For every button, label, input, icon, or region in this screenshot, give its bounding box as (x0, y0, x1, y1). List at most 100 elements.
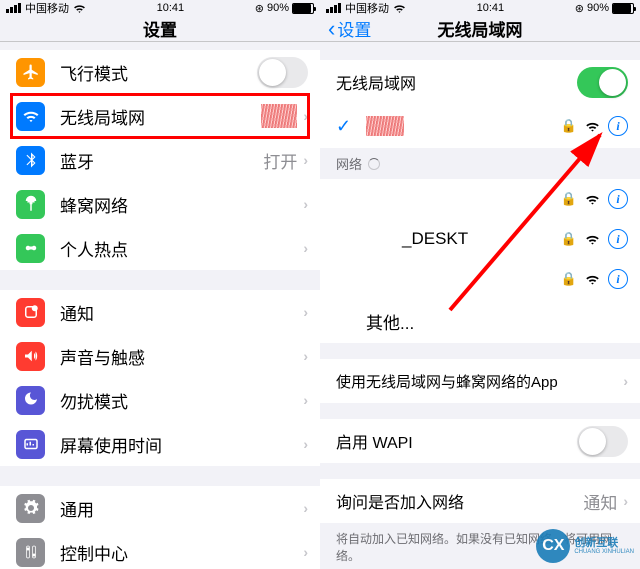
row-label: 蓝牙 (60, 148, 263, 173)
lock-icon: 🔒 (561, 271, 577, 287)
wifi-strength-icon (585, 119, 600, 134)
network-label: _DESKT (402, 229, 468, 249)
info-button[interactable]: i (608, 116, 628, 136)
watermark-text-cn: 创新互联 (574, 538, 634, 549)
back-label: 设置 (337, 16, 371, 41)
alarm-icon: ⊛ (255, 2, 264, 15)
alarm-icon: ⊛ (575, 2, 584, 15)
checkmark-icon: ✓ (336, 116, 356, 137)
sound-icon (16, 342, 45, 371)
row-sound[interactable]: 声音与触感 › (0, 334, 320, 378)
page-title: 设置 (143, 16, 177, 41)
chevron-right-icon: › (303, 348, 308, 364)
wifi-icon (393, 2, 406, 15)
cellular-icon (16, 190, 45, 219)
row-label: 启用 WAPI (336, 429, 577, 453)
network-name-redacted (366, 116, 404, 136)
bluetooth-status: 打开 (263, 148, 297, 173)
watermark-logo: CX (536, 529, 570, 563)
chevron-right-icon: › (303, 500, 308, 516)
control-center-icon (16, 538, 45, 567)
battery-pct: 90% (587, 2, 609, 14)
info-button[interactable]: i (608, 229, 628, 249)
nav-header: ‹ 设置 无线局域网 (320, 16, 640, 42)
chevron-right-icon: › (303, 196, 308, 212)
row-wifi[interactable]: 无线局域网 › (0, 94, 320, 138)
row-label: 声音与触感 (60, 344, 303, 369)
row-control-center[interactable]: 控制中心 › (0, 530, 320, 569)
status-bar: 中国移动 10:41 ⊛ 90% (0, 0, 320, 16)
row-network[interactable]: 🔒 i (320, 259, 640, 299)
chevron-right-icon: › (303, 436, 308, 452)
row-label: 无线局域网 (336, 70, 577, 94)
hotspot-icon (16, 234, 45, 263)
row-label: 使用无线局域网与蜂窝网络的App (336, 371, 623, 392)
chevron-right-icon: › (303, 392, 308, 408)
bluetooth-icon (16, 146, 45, 175)
row-notifications[interactable]: 通知 › (0, 290, 320, 334)
>chevron-right-icon: › (623, 493, 628, 509)
status-time: 10:41 (477, 2, 505, 14)
lock-icon: 🔒 (561, 191, 577, 207)
screentime-icon (16, 430, 45, 459)
row-connected-network[interactable]: ✓ 🔒 i (320, 104, 640, 148)
row-apps-using-wifi[interactable]: 使用无线局域网与蜂窝网络的App › (320, 359, 640, 403)
wifi-strength-icon (585, 232, 600, 247)
status-time: 10:41 (157, 2, 185, 14)
row-label: 控制中心 (60, 540, 303, 565)
row-hotspot[interactable]: 个人热点 › (0, 226, 320, 270)
row-cellular[interactable]: 蜂窝网络 › (0, 182, 320, 226)
chevron-left-icon: ‹ (328, 16, 335, 42)
row-dnd[interactable]: 勿扰模式 › (0, 378, 320, 422)
lock-icon: 🔒 (561, 118, 577, 134)
wifi-value-redacted (261, 104, 297, 128)
page-title: 无线局域网 (438, 16, 523, 41)
notifications-icon (16, 298, 45, 327)
row-wapi: 启用 WAPI (320, 419, 640, 463)
wifi-strength-icon (585, 272, 600, 287)
row-general[interactable]: 通用 › (0, 486, 320, 530)
watermark: CX 创新互联 CHUANG XINHULIAN (536, 529, 634, 563)
wifi-strength-icon (585, 192, 600, 207)
row-airplane-mode[interactable]: 飞行模式 (0, 50, 320, 94)
other-label: 其他... (366, 309, 640, 334)
chevron-right-icon: › (303, 240, 308, 256)
row-ask-to-join[interactable]: 询问是否加入网络 通知 › (320, 479, 640, 523)
ask-join-value: 通知 (583, 489, 617, 514)
signal-icon (6, 3, 21, 13)
row-label: 飞行模式 (60, 60, 257, 85)
back-button[interactable]: ‹ 设置 (328, 16, 371, 42)
signal-icon (326, 3, 341, 13)
airplane-icon (16, 58, 45, 87)
wifi-toggle[interactable] (577, 67, 628, 98)
carrier-label: 中国移动 (25, 0, 69, 16)
phone-wifi-screen: 中国移动 10:41 ⊛ 90% ‹ 设置 无线局域网 无线局域网 (320, 0, 640, 569)
lock-icon: 🔒 (561, 231, 577, 247)
nav-header: 设置 (0, 16, 320, 42)
chevron-right-icon: › (303, 152, 308, 168)
dnd-icon (16, 386, 45, 415)
row-label: 询问是否加入网络 (336, 489, 583, 513)
row-screentime[interactable]: 屏幕使用时间 › (0, 422, 320, 466)
wapi-toggle[interactable] (577, 426, 628, 457)
row-label: 通知 (60, 300, 303, 325)
battery-icon (292, 3, 314, 14)
gear-icon (16, 494, 45, 523)
row-network[interactable]: 🔒 i (320, 179, 640, 219)
chevron-right-icon: › (303, 108, 308, 124)
row-network-deskt[interactable]: _DESKT 🔒 i (320, 219, 640, 259)
airplane-toggle[interactable] (257, 57, 308, 88)
spinner-icon (368, 158, 380, 170)
battery-icon (612, 3, 634, 14)
chevron-right-icon: › (303, 544, 308, 560)
row-wifi-toggle: 无线局域网 (320, 60, 640, 104)
networks-header: 网络 (320, 148, 640, 179)
status-bar: 中国移动 10:41 ⊛ 90% (320, 0, 640, 16)
info-button[interactable]: i (608, 269, 628, 289)
row-label: 屏幕使用时间 (60, 432, 303, 457)
row-bluetooth[interactable]: 蓝牙 打开 › (0, 138, 320, 182)
battery-pct: 90% (267, 2, 289, 14)
info-button[interactable]: i (608, 189, 628, 209)
row-label: 蜂窝网络 (60, 192, 303, 217)
row-other-network[interactable]: 其他... (320, 299, 640, 343)
